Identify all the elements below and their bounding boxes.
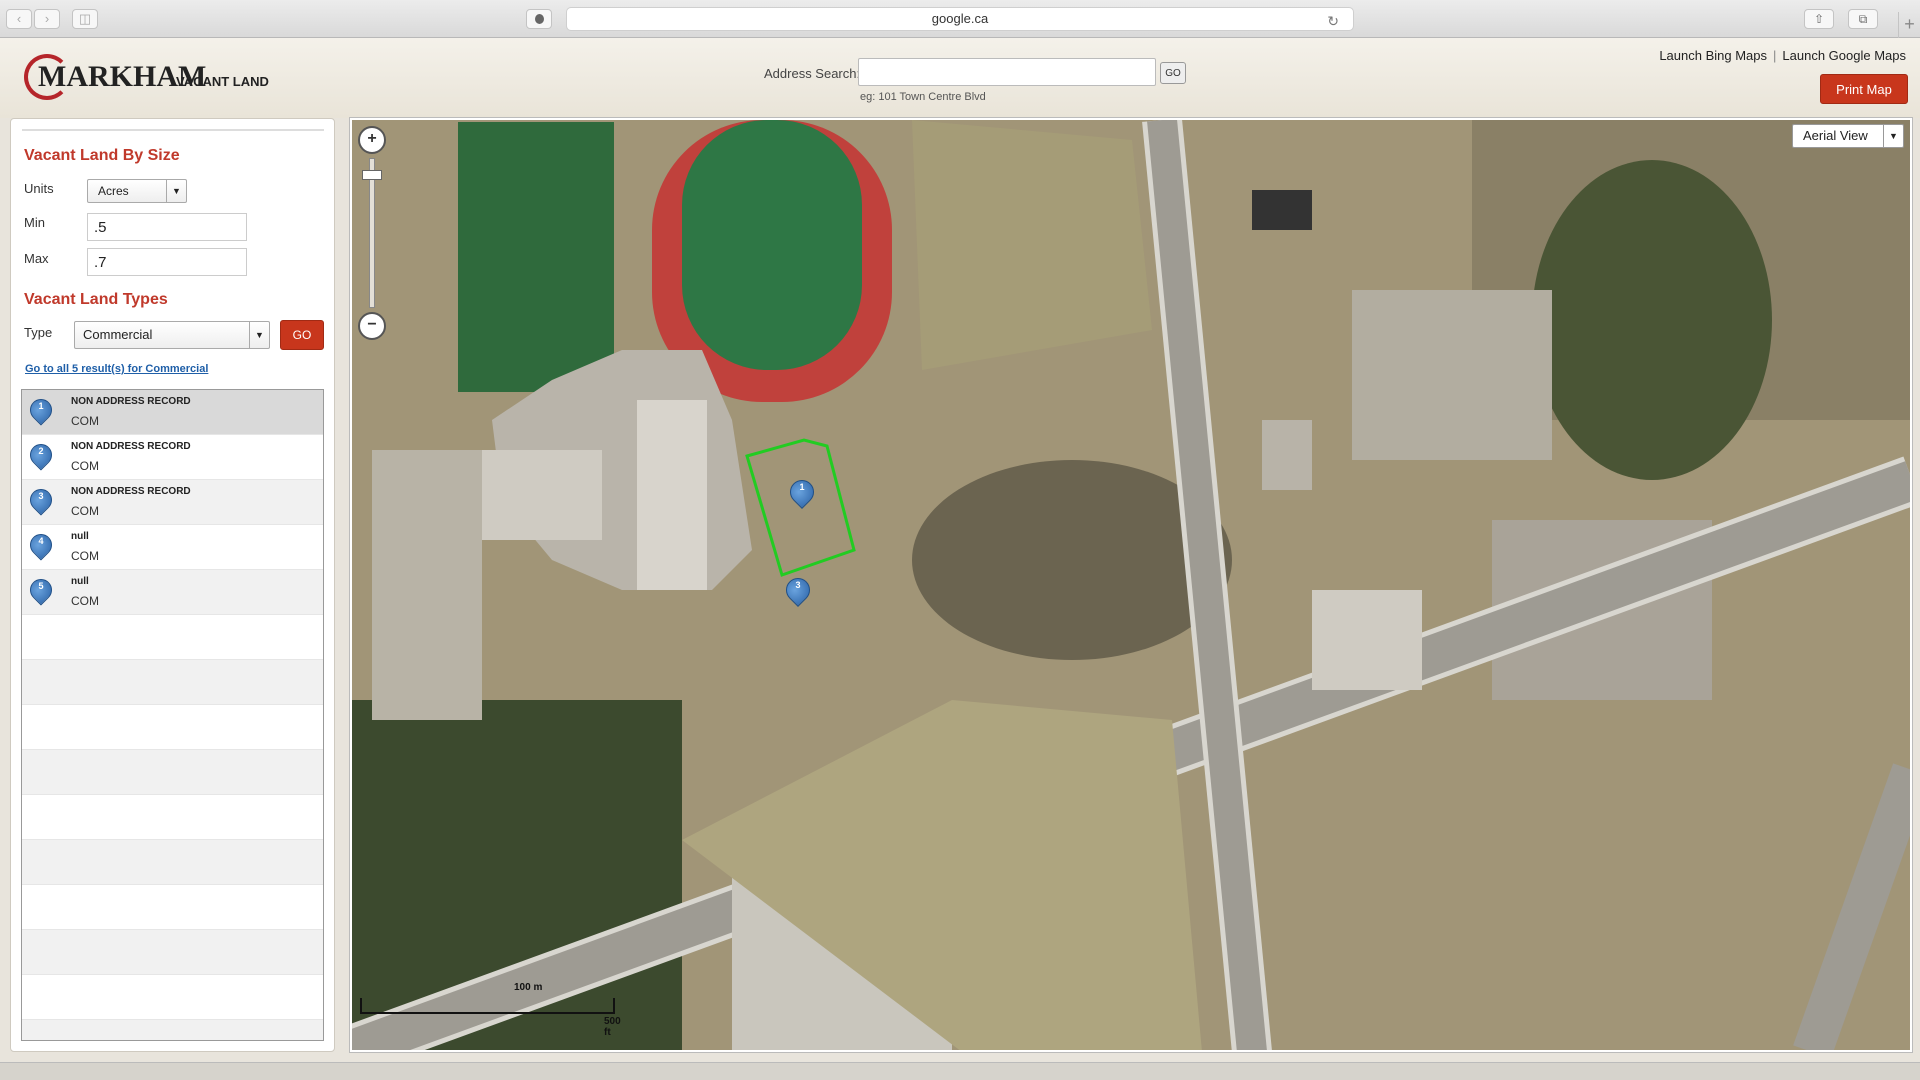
address-hint: eg: 101 Town Centre Blvd xyxy=(860,91,986,103)
divider xyxy=(22,129,324,131)
chevron-down-icon: ▼ xyxy=(249,322,269,348)
list-item[interactable]: 5 null COM xyxy=(22,570,323,615)
result-type: COM xyxy=(71,594,99,608)
max-label: Max xyxy=(24,251,49,266)
result-type: COM xyxy=(71,549,99,563)
list-item[interactable]: 3 NON ADDRESS RECORD COM xyxy=(22,480,323,525)
units-select[interactable]: Acres ▼ xyxy=(87,179,187,203)
new-tab-icon[interactable]: + xyxy=(1898,12,1920,38)
result-type: COM xyxy=(71,504,99,518)
result-number: 3 xyxy=(38,491,44,501)
sidebar-toggle-icon[interactable]: ◫ xyxy=(72,9,98,29)
type-select[interactable]: Commercial ▼ xyxy=(74,321,270,349)
list-item[interactable]: 2 NON ADDRESS RECORD COM xyxy=(22,435,323,480)
empty-row xyxy=(22,795,323,840)
min-input[interactable] xyxy=(87,213,247,241)
types-section-title: Vacant Land Types xyxy=(24,291,168,308)
zoom-out-icon[interactable]: − xyxy=(358,312,386,340)
result-number: 4 xyxy=(38,536,44,546)
result-title: NON ADDRESS RECORD xyxy=(71,486,191,497)
empty-row xyxy=(22,660,323,705)
map-pin-label: 1 xyxy=(799,482,805,492)
result-type: COM xyxy=(71,414,99,428)
empty-row xyxy=(22,930,323,975)
map-view-value: Aerial View xyxy=(1803,128,1868,143)
url-text: google.ca xyxy=(931,11,989,26)
zoom-slider-handle[interactable] xyxy=(362,170,382,180)
scale-imperial: 500 ft xyxy=(604,1016,621,1038)
soccer-field xyxy=(458,122,614,392)
scale-metric: 100 m xyxy=(514,982,543,993)
browser-toolbar: ‹ › ◫ google.ca ↻ ⇧ ⧉ + xyxy=(0,0,1920,38)
empty-row xyxy=(22,1020,323,1040)
map-launch-links: Launch Bing Maps | Launch Google Maps xyxy=(1659,48,1906,63)
map-view-select[interactable]: Aerial View ▼ xyxy=(1792,124,1904,148)
status-bar xyxy=(0,1062,1920,1080)
empty-row xyxy=(22,750,323,795)
reload-icon[interactable]: ↻ xyxy=(1327,10,1339,32)
min-label: Min xyxy=(24,215,45,230)
launch-google-link[interactable]: Launch Google Maps xyxy=(1782,48,1906,63)
max-input[interactable] xyxy=(87,248,247,276)
address-go-button[interactable]: GO xyxy=(1160,62,1186,84)
aerial-imagery xyxy=(352,120,1910,1050)
print-map-button[interactable]: Print Map xyxy=(1820,74,1908,104)
back-icon[interactable]: ‹ xyxy=(6,9,32,29)
launch-bing-link[interactable]: Launch Bing Maps xyxy=(1659,48,1767,63)
type-go-button[interactable]: GO xyxy=(280,320,324,350)
chevron-down-icon: ▼ xyxy=(1883,125,1903,147)
logo-subtitle: VACANT LAND xyxy=(176,74,269,89)
zoom-in-icon[interactable]: + xyxy=(358,126,386,154)
privacy-icon[interactable] xyxy=(526,9,552,29)
markham-logo[interactable]: MARKHAM VACANT LAND xyxy=(24,54,274,104)
result-number: 5 xyxy=(38,581,44,591)
scale-bar: 100 m 500 ft xyxy=(360,980,621,1038)
forward-icon[interactable]: › xyxy=(34,9,60,29)
units-label: Units xyxy=(24,181,54,196)
search-sidebar: Vacant Land By Size Units Acres ▼ Min Ma… xyxy=(10,118,335,1052)
empty-row xyxy=(22,615,323,660)
empty-row xyxy=(22,840,323,885)
app-header: MARKHAM VACANT LAND Address Search: GO e… xyxy=(0,38,1920,118)
result-number: 1 xyxy=(38,401,44,411)
empty-row xyxy=(22,885,323,930)
dry-field xyxy=(912,120,1152,370)
chevron-down-icon: ▼ xyxy=(166,180,186,202)
type-label: Type xyxy=(24,325,53,340)
address-search-input[interactable] xyxy=(858,58,1156,86)
result-title: null xyxy=(71,576,89,587)
size-section-title: Vacant Land By Size xyxy=(24,147,180,164)
result-number: 2 xyxy=(38,446,44,456)
empty-row xyxy=(22,705,323,750)
scale-line xyxy=(360,998,615,1014)
results-list: 1 NON ADDRESS RECORD COM 2 NON ADDRESS R… xyxy=(21,389,324,1041)
result-title: null xyxy=(71,531,89,542)
share-icon[interactable]: ⇧ xyxy=(1804,9,1834,29)
url-bar[interactable]: google.ca ↻ xyxy=(566,7,1354,31)
address-search-label: Address Search: xyxy=(764,66,861,81)
result-title: NON ADDRESS RECORD xyxy=(71,441,191,452)
aerial-map[interactable]: 1 3 + − Aerial View ▼ 100 m 500 ft xyxy=(350,118,1912,1052)
zoom-slider[interactable] xyxy=(369,158,375,308)
result-title: NON ADDRESS RECORD xyxy=(71,396,191,407)
all-results-link[interactable]: Go to all 5 result(s) for Commercial xyxy=(25,363,208,375)
empty-row xyxy=(22,975,323,1020)
tabs-icon[interactable]: ⧉ xyxy=(1848,9,1878,29)
list-item[interactable]: 1 NON ADDRESS RECORD COM xyxy=(22,390,323,435)
list-item[interactable]: 4 null COM xyxy=(22,525,323,570)
zoom-control: + − xyxy=(358,126,388,342)
result-type: COM xyxy=(71,459,99,473)
map-pin-label: 3 xyxy=(795,580,801,590)
units-value: Acres xyxy=(98,184,129,198)
type-value: Commercial xyxy=(83,327,153,342)
